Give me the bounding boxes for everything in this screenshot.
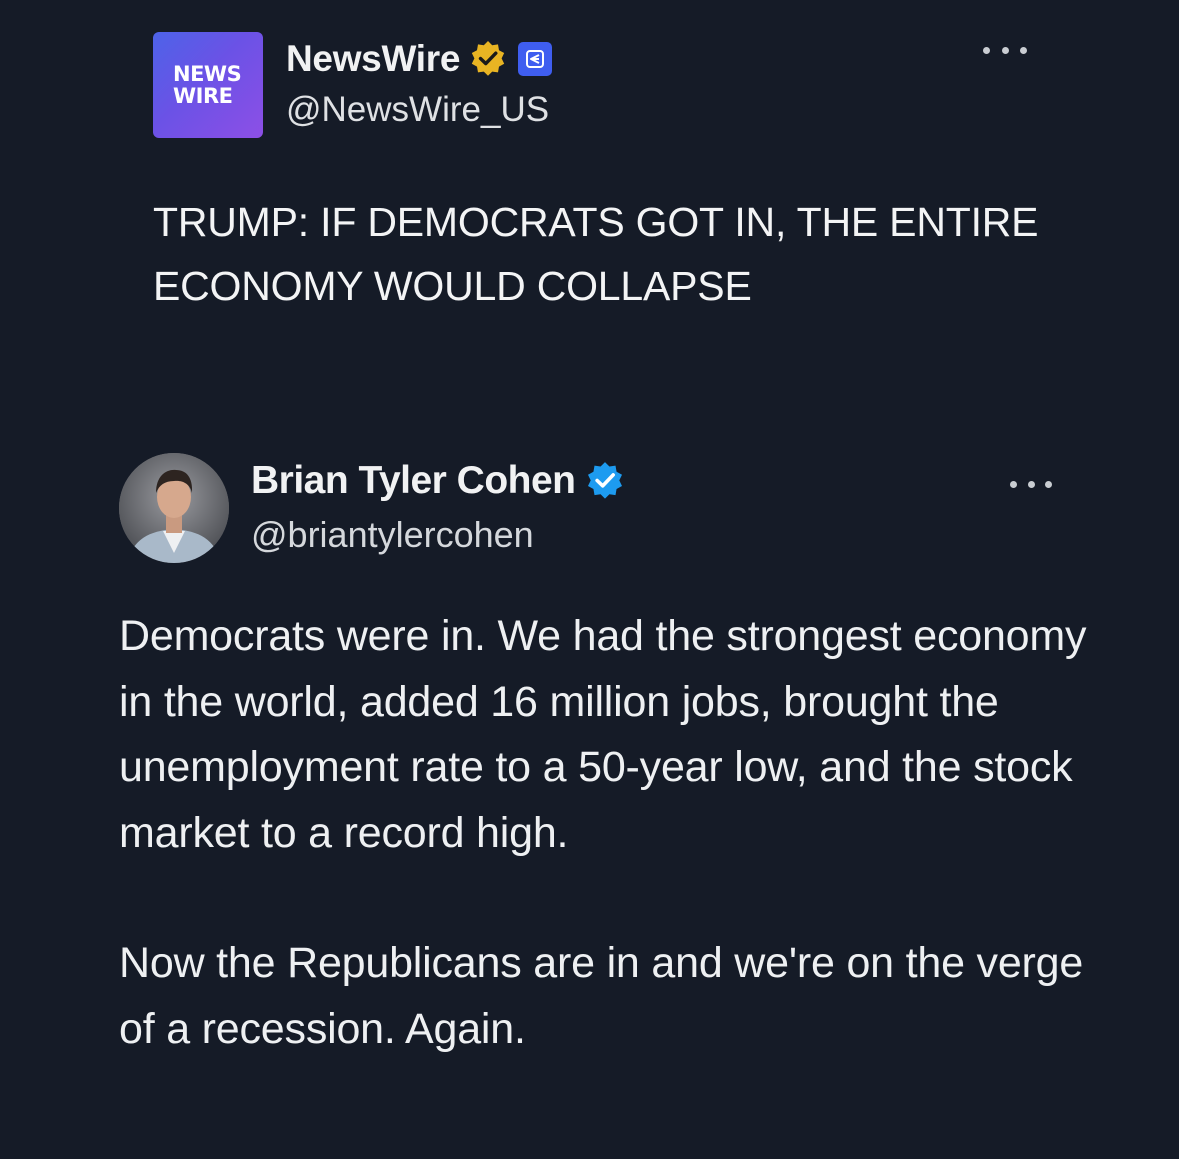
newswire-avatar[interactable]: NEWS WIRE [153,32,263,138]
avatar[interactable] [119,453,229,563]
btc-handle[interactable]: @briantylercohen [251,514,534,556]
newswire-avatar-line2: WIRE [173,84,233,108]
newswire-avatar-line1: NEWS [173,62,242,86]
btc-name-row: Brian Tyler Cohen [251,456,626,506]
tweet-paragraph-2: Now the Republicans are in and we're on … [119,939,1084,1053]
more-options-icon[interactable] [983,40,1027,60]
newswire-tweet: NEWS WIRE NewsWire @NewsWire_US TRUMP: I… [0,0,1179,430]
newswire-display-name[interactable]: NewsWire [286,38,460,80]
gold-verified-icon[interactable] [468,39,508,79]
tweet-headline: TRUMP: IF DEMOCRATS GOT IN, THE ENTIRE E… [153,199,1039,309]
newswire-name-row: NewsWire [286,36,553,82]
tweet-paragraph-1: Democrats were in. We had the strongest … [119,612,1087,857]
newswire-handle[interactable]: @NewsWire_US [286,90,549,130]
affiliate-icon[interactable] [518,42,553,76]
more-options-icon[interactable] [1010,474,1052,494]
tweet-body: Democrats were in. We had the strongest … [119,604,1119,1062]
blue-verified-icon[interactable] [584,460,626,502]
btc-display-name[interactable]: Brian Tyler Cohen [251,459,576,503]
